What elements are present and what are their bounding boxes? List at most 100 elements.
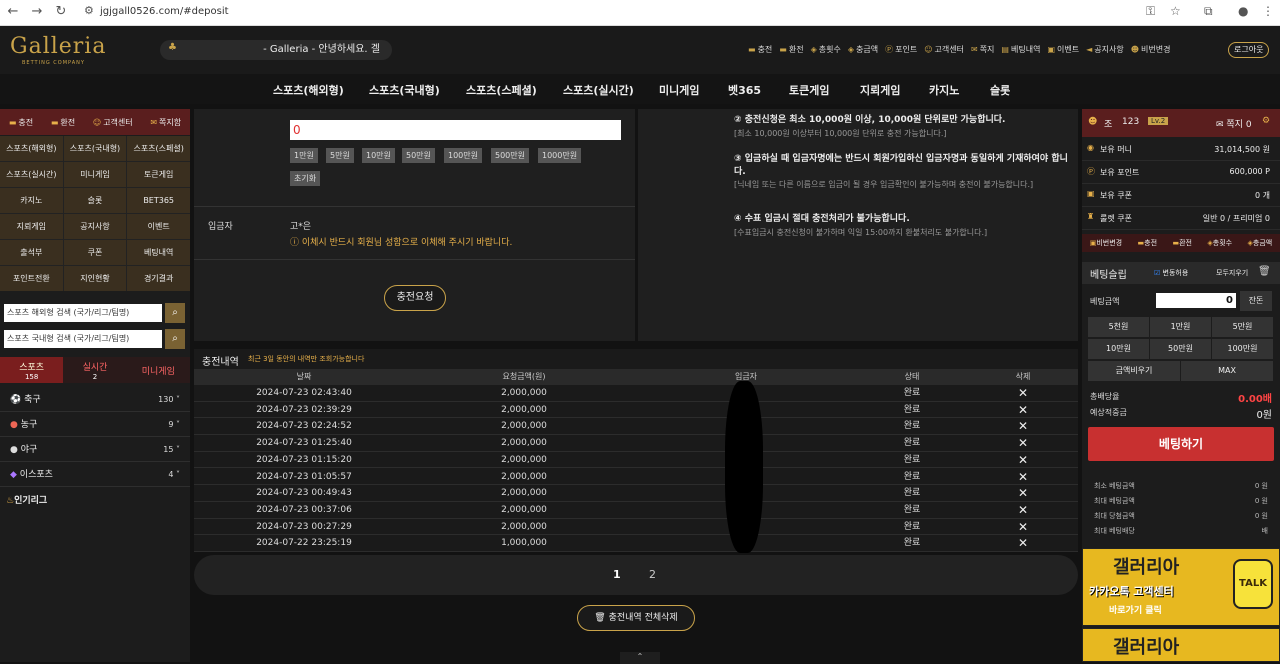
nav-sports-special[interactable]: 스포츠(스페셜)	[466, 82, 537, 98]
action-password[interactable]: ▣비번변경	[1090, 238, 1122, 248]
top-link-withdraw[interactable]: ▬ 환전	[779, 44, 803, 55]
menu-sports-special[interactable]: 스포츠(스페셜)	[127, 136, 190, 161]
nav-sports-domestic[interactable]: 스포츠(국내형)	[369, 82, 440, 98]
star-icon[interactable]: ☆	[1170, 4, 1181, 18]
sport-item-esports[interactable]: ◆ 이스포츠 4 ˅	[0, 463, 190, 487]
place-bet-button[interactable]: 베팅하기	[1088, 427, 1274, 461]
kakao-support-banner[interactable]: 갤러리아 카카오톡 고객센터 바로가기 클릭 TALK	[1082, 548, 1280, 626]
amount-button-50k[interactable]: 5만원	[326, 148, 354, 163]
popular-leagues[interactable]: ♨인기리그	[6, 493, 47, 506]
site-info-icon[interactable]: ⚙	[84, 4, 94, 17]
search-domestic-input[interactable]: 스포츠 국내형 검색 (국가/리그/팀명)	[4, 330, 162, 348]
trash-icon[interactable]: 🗑	[1258, 266, 1271, 277]
nav-sports-overseas[interactable]: 스포츠(해외형)	[273, 82, 344, 98]
amount-button-100k[interactable]: 10만원	[362, 148, 395, 163]
menu-sports-live[interactable]: 스포츠(실시간)	[0, 162, 63, 187]
reset-button[interactable]: 초기화	[290, 171, 321, 186]
change-button[interactable]: 잔돈	[1240, 291, 1272, 311]
bet-1m-button[interactable]: 100만원	[1212, 339, 1273, 359]
max-button[interactable]: MAX	[1181, 361, 1273, 381]
delete-icon[interactable]: ✕	[1018, 502, 1028, 518]
amount-button-500k[interactable]: 50만원	[402, 148, 435, 163]
sport-item-soccer[interactable]: ⚽ 축구 130 ˅	[0, 388, 190, 412]
nav-slot[interactable]: 슬롯	[990, 82, 1010, 98]
page-1[interactable]: 1	[613, 568, 621, 581]
amount-input[interactable]: 0	[290, 120, 621, 140]
quick-support[interactable]: ☺ 고객센터	[93, 117, 133, 128]
top-link-message[interactable]: ✉ 쪽지	[971, 44, 994, 55]
delete-icon[interactable]: ✕	[1018, 535, 1028, 551]
top-link-deposit[interactable]: ▬ 충전	[748, 44, 772, 55]
quick-messages[interactable]: ✉ 쪽지함	[150, 117, 181, 128]
top-link-notice[interactable]: ◄ 공지사항	[1086, 44, 1124, 55]
forward-icon[interactable]: →	[28, 4, 46, 19]
bet-amount-input[interactable]: 0	[1156, 293, 1236, 308]
sport-item-baseball[interactable]: ● 야구 15 ˅	[0, 438, 190, 462]
galleria-banner[interactable]: 갤러리아	[1082, 628, 1280, 662]
menu-slot[interactable]: 슬롯	[63, 188, 127, 213]
bet-100k-button[interactable]: 10만원	[1088, 339, 1149, 359]
menu-sports-domestic[interactable]: 스포츠(국내형)	[63, 136, 127, 161]
bet-500k-button[interactable]: 50만원	[1150, 339, 1211, 359]
nav-sports-live[interactable]: 스포츠(실시간)	[563, 82, 634, 98]
top-link-support[interactable]: ☺ 고객센터	[924, 44, 964, 55]
search-icon[interactable]: ⌕	[165, 303, 185, 323]
menu-point-convert[interactable]: 포인트전환	[0, 266, 63, 291]
delete-icon[interactable]: ✕	[1018, 469, 1028, 485]
back-icon[interactable]: ←	[4, 4, 22, 19]
clear-all-button[interactable]: 모두지우기	[1216, 268, 1248, 278]
delete-icon[interactable]: ✕	[1018, 519, 1028, 535]
delete-icon[interactable]: ✕	[1018, 452, 1028, 468]
action-withdraw[interactable]: ▬환전	[1172, 238, 1192, 248]
top-link-event[interactable]: ▣ 이벤트	[1047, 44, 1079, 55]
chevron-up-icon[interactable]: ⌃	[620, 652, 660, 664]
nav-minigame[interactable]: 미니게임	[659, 82, 699, 98]
delete-icon[interactable]: ✕	[1018, 418, 1028, 434]
delete-icon[interactable]: ✕	[1018, 435, 1028, 451]
message-link[interactable]: ✉ 쪽지 0	[1216, 117, 1252, 130]
amount-button-5m[interactable]: 500만원	[491, 148, 529, 163]
top-link-total[interactable]: ◈ 충금액	[848, 44, 878, 55]
top-link-point[interactable]: Ⓟ 포인트	[885, 44, 917, 55]
tab-live[interactable]: 실시간 2	[63, 357, 127, 383]
menu-coupon[interactable]: 쿠폰	[63, 240, 127, 265]
delete-icon[interactable]: ✕	[1018, 385, 1028, 401]
menu-icon[interactable]: ⋮	[1262, 4, 1274, 18]
tab-sports[interactable]: 스포츠 158	[0, 357, 64, 383]
profile-icon[interactable]: ●	[1238, 4, 1248, 18]
bet-5k-button[interactable]: 5천원	[1088, 317, 1149, 337]
top-link-bet-history[interactable]: ▤ 베팅내역	[1001, 44, 1040, 55]
amount-button-1m[interactable]: 100만원	[444, 148, 482, 163]
nav-bet365[interactable]: 벳365	[728, 82, 761, 98]
menu-bet-history[interactable]: 베팅내역	[127, 240, 190, 265]
logout-button[interactable]: 로그아웃	[1228, 42, 1270, 58]
bet-50k-button[interactable]: 5만원	[1212, 317, 1273, 337]
nav-mine[interactable]: 지뢰게임	[860, 82, 900, 98]
delete-icon[interactable]: ✕	[1018, 402, 1028, 418]
nav-casino[interactable]: 카지노	[929, 82, 959, 98]
deposit-request-button[interactable]: 충전요청	[384, 285, 446, 311]
bet-10k-button[interactable]: 1만원	[1150, 317, 1211, 337]
action-count[interactable]: ◈총횟수	[1207, 238, 1232, 248]
nav-token[interactable]: 토큰게임	[789, 82, 829, 98]
action-deposit[interactable]: ▬충전	[1138, 238, 1158, 248]
page-2[interactable]: 2	[649, 568, 656, 581]
delete-icon[interactable]: ✕	[1018, 485, 1028, 501]
delete-all-button[interactable]: 🗑 충전내역 전체삭제	[577, 605, 695, 631]
extensions-icon[interactable]: ⧉	[1204, 4, 1213, 19]
quick-withdraw[interactable]: ▬ 환전	[51, 117, 75, 128]
amount-button-10k[interactable]: 1만원	[290, 148, 318, 163]
logo[interactable]: Galleria	[10, 34, 106, 59]
menu-attendance[interactable]: 출석부	[0, 240, 63, 265]
key-icon[interactable]: ⚿	[1146, 4, 1155, 19]
menu-referral[interactable]: 지인현황	[63, 266, 127, 291]
sport-item-basketball[interactable]: ● 농구 9 ˅	[0, 413, 190, 437]
odds-change-toggle[interactable]: ☑ 변동허용	[1154, 268, 1188, 278]
tab-minigame[interactable]: 미니게임	[126, 357, 190, 383]
menu-mine[interactable]: 지뢰게임	[0, 214, 63, 239]
quick-deposit[interactable]: ▬ 충전	[9, 117, 33, 128]
menu-token[interactable]: 토큰게임	[127, 162, 190, 187]
reload-icon[interactable]: ↻	[52, 4, 70, 19]
address-bar[interactable]: jgjgall0526.com/#deposit	[100, 6, 229, 17]
menu-results[interactable]: 경기결과	[127, 266, 190, 291]
